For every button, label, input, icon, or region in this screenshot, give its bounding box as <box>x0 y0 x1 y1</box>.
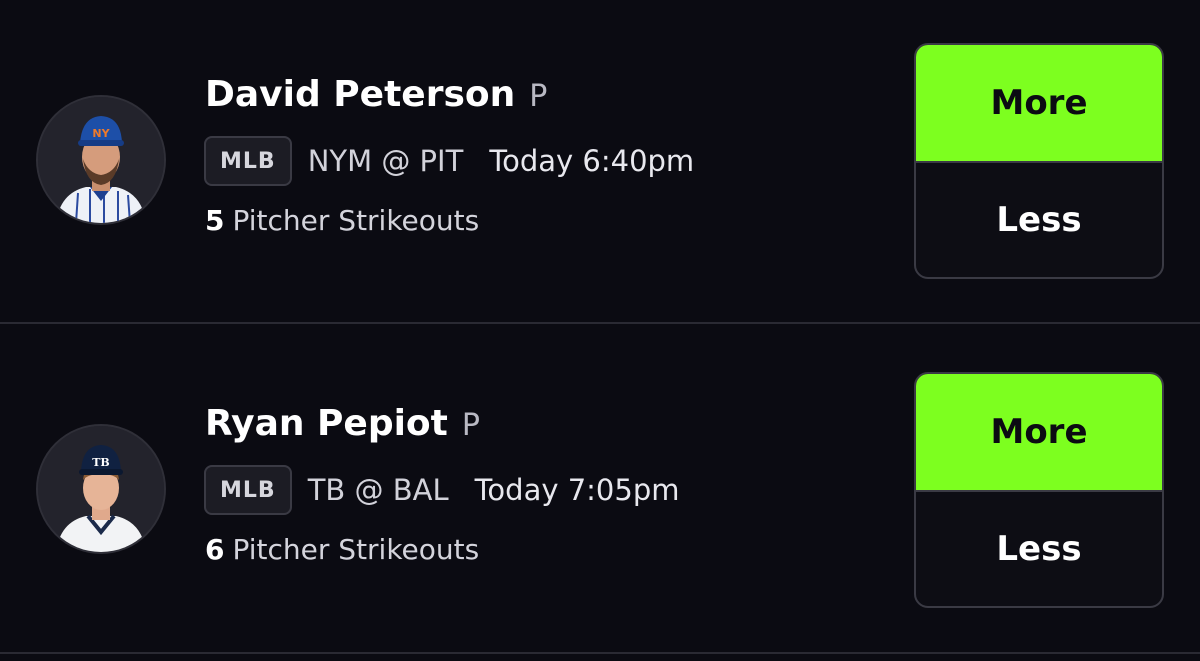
player-position: P <box>461 408 480 443</box>
more-button[interactable]: More <box>916 374 1162 490</box>
player-avatar: TB <box>36 424 166 554</box>
matchup: TB @ BAL <box>307 473 449 507</box>
projection-stat: Pitcher Strikeouts <box>232 204 480 237</box>
player-name[interactable]: David Peterson <box>205 74 515 115</box>
league-badge: MLB <box>204 465 292 515</box>
player-name-row: Ryan Pepiot P <box>205 403 480 444</box>
projection-value: 6 <box>205 533 225 566</box>
player-avatar: NY <box>36 95 166 225</box>
player-name[interactable]: Ryan Pepiot <box>205 403 448 444</box>
game-info-row: MLB NYM @ PIT Today 6:40pm <box>204 135 694 187</box>
game-time: Today 6:40pm <box>489 144 695 178</box>
more-less-selector: More Less <box>914 372 1164 608</box>
less-button[interactable]: Less <box>916 161 1162 277</box>
less-button[interactable]: Less <box>916 490 1162 606</box>
player-name-row: David Peterson P <box>205 74 547 115</box>
matchup: NYM @ PIT <box>307 144 464 178</box>
card-divider <box>0 652 1200 654</box>
projection-row: 6 Pitcher Strikeouts <box>205 533 479 566</box>
game-info-row: MLB TB @ BAL Today 7:05pm <box>204 464 680 516</box>
projection-value: 5 <box>205 204 225 237</box>
pick-card: TB Ryan Pepiot P MLB TB @ BAL Today 7:05… <box>0 329 1200 651</box>
league-badge: MLB <box>204 136 292 186</box>
game-time: Today 7:05pm <box>474 473 680 507</box>
svg-text:NY: NY <box>92 127 110 140</box>
more-less-selector: More Less <box>914 43 1164 279</box>
projection-stat: Pitcher Strikeouts <box>232 533 480 566</box>
player-headshot-icon: TB <box>38 426 164 552</box>
player-headshot-icon: NY <box>38 97 164 223</box>
card-divider <box>0 322 1200 324</box>
more-button[interactable]: More <box>916 45 1162 161</box>
projection-row: 5 Pitcher Strikeouts <box>205 204 479 237</box>
player-position: P <box>529 79 548 114</box>
svg-text:TB: TB <box>92 456 109 469</box>
pick-card: NY David Peterson P MLB NYM @ PIT Today … <box>0 0 1200 322</box>
